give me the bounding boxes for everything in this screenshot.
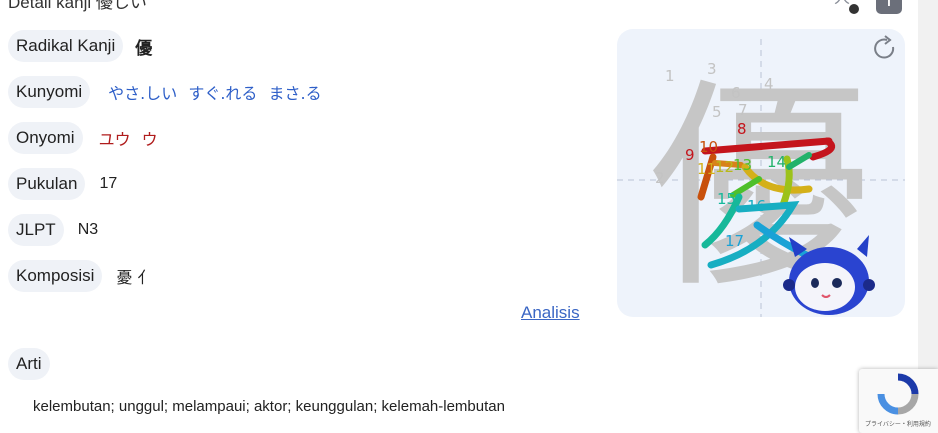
add-button[interactable]: + <box>876 0 902 14</box>
field-value: N3 <box>77 221 99 238</box>
arti-text: kelembutan; unggul; melampaui; aktor; ke… <box>33 398 505 415</box>
field-label: JLPT <box>8 214 64 246</box>
field-label: Pukulan <box>8 168 86 200</box>
stroke-diagram: 優 1 2 3 4 5 6 7 8 9 10 11 12 13 14 15 16 <box>617 35 905 317</box>
stroke-number-6: 6 <box>731 84 741 102</box>
field-value: ユウ ウ <box>98 130 158 149</box>
stroke-number-7: 7 <box>738 101 748 119</box>
add-icon: + <box>880 0 898 12</box>
field-label: Kunyomi <box>8 76 91 108</box>
recaptcha-icon <box>877 373 919 415</box>
stroke-number-3: 3 <box>707 60 717 78</box>
field-value: 17 <box>99 175 118 192</box>
field-row-radikal: Radikal Kanji 優 <box>8 30 152 62</box>
refresh-icon[interactable] <box>874 35 895 59</box>
stroke-number-16: 16 <box>747 197 766 215</box>
field-row-jlpt: JLPT N3 <box>8 214 98 246</box>
field-row-pukulan: Pukulan 17 <box>8 168 117 200</box>
analisis-link[interactable]: Analisis <box>521 303 580 323</box>
stroke-number-2: 2 <box>655 169 665 187</box>
stroke-number-14: 14 <box>767 153 786 171</box>
stroke-number-13: 13 <box>733 156 752 174</box>
stroke-number-10: 10 <box>699 138 718 156</box>
field-row-onyomi: Onyomi ユウ ウ <box>8 122 158 154</box>
field-row-komposisi: Komposisi 憂 亻 <box>8 260 154 292</box>
recaptcha-badge[interactable]: プライバシー・利用規約 <box>859 369 938 433</box>
arti-row: Arti <box>8 348 50 380</box>
stroke-number-9: 9 <box>685 146 695 164</box>
stroke-number-8: 8 <box>737 120 747 138</box>
stroke-number-4: 4 <box>764 75 774 93</box>
stroke-number-5: 5 <box>712 103 722 121</box>
field-label: Komposisi <box>8 260 103 292</box>
stroke-number-17: 17 <box>725 232 744 250</box>
top-actions: 人 + <box>834 0 902 14</box>
svg-text:人: 人 <box>834 0 850 7</box>
page-title: Detail kanji 優しい <box>8 0 147 12</box>
stroke-number-11: 11 <box>697 160 716 178</box>
stroke-number-1: 1 <box>665 67 675 85</box>
field-label: Onyomi <box>8 122 83 154</box>
field-label: Radikal Kanji <box>8 30 124 62</box>
stroke-order-panel: 優 1 2 3 4 5 6 7 8 9 10 11 12 13 14 15 16 <box>617 29 905 317</box>
field-value: やさ.しい すぐ.れる まさ.る <box>108 84 322 103</box>
stroke-number-15: 15 <box>717 190 736 208</box>
stroke-number-12: 12 <box>715 158 734 176</box>
recaptcha-footer[interactable]: プライバシー・利用規約 <box>865 419 931 428</box>
arti-label: Arti <box>8 348 50 380</box>
field-row-kunyomi: Kunyomi やさ.しい すぐ.れる まさ.る <box>8 76 322 108</box>
field-value: 憂 亻 <box>116 268 154 287</box>
voice-icon[interactable]: 人 <box>834 0 862 14</box>
field-value: 優 <box>135 38 153 59</box>
